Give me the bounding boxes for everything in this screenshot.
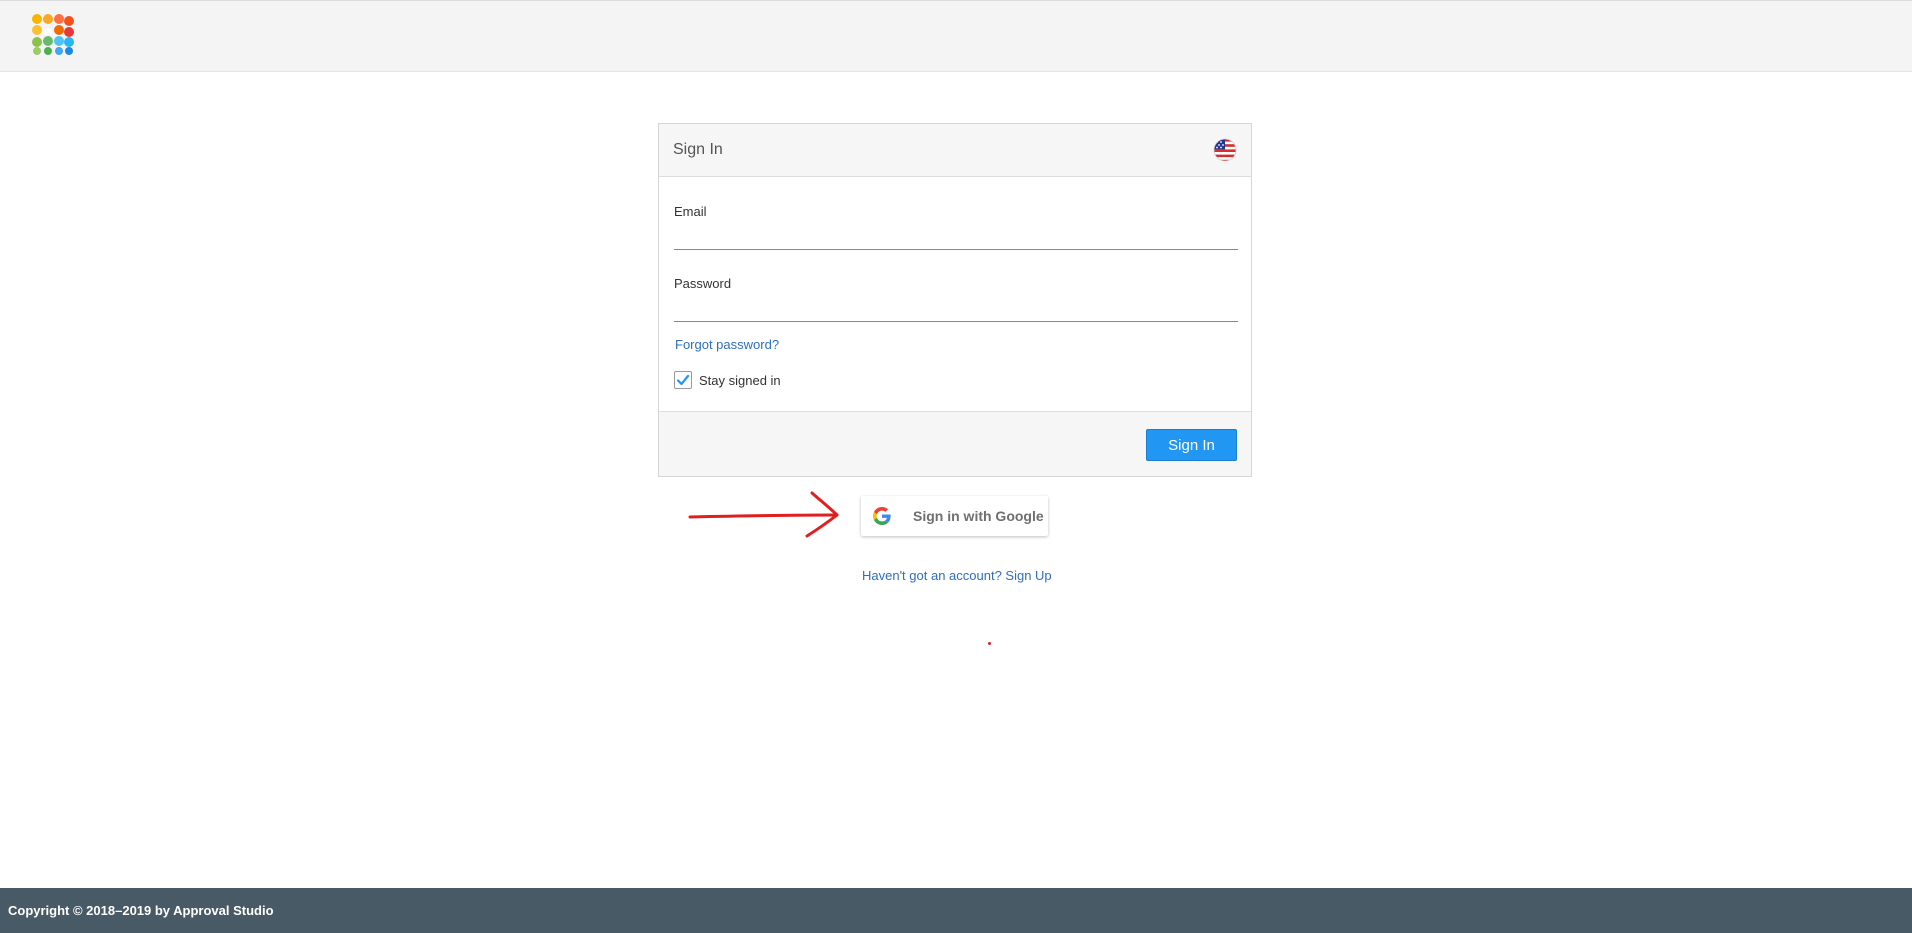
email-field-group: Email <box>674 204 1238 250</box>
sign-in-button[interactable]: Sign In <box>1146 429 1237 461</box>
email-field[interactable] <box>674 220 1238 250</box>
page-footer: Copyright © 2018–2019 by Approval Studio <box>0 888 1912 933</box>
stay-signed-in-checkbox[interactable] <box>674 371 692 389</box>
signin-card-header: Sign In <box>659 124 1251 177</box>
app-logo-icon[interactable] <box>31 13 75 55</box>
top-bar <box>0 0 1912 72</box>
us-flag-icon[interactable] <box>1213 138 1237 162</box>
annotation-dot <box>988 642 991 645</box>
email-label: Email <box>674 204 707 219</box>
sign-in-with-google-label: Sign in with Google <box>913 508 1044 524</box>
copyright-text: Copyright © 2018–2019 by Approval Studio <box>8 903 274 918</box>
forgot-password-link[interactable]: Forgot password? <box>675 337 779 352</box>
annotation-arrow-icon <box>688 491 839 538</box>
password-field[interactable] <box>674 292 1238 322</box>
sign-up-link[interactable]: Haven't got an account? Sign Up <box>862 568 1052 583</box>
signin-card: Sign In Email Password Forgot password? … <box>658 123 1252 477</box>
stay-signed-in-label: Stay signed in <box>699 372 781 388</box>
stay-signed-in-toggle[interactable]: Stay signed in <box>674 371 781 389</box>
password-field-group: Password <box>674 276 1238 322</box>
checkmark-icon <box>676 374 690 386</box>
signin-card-footer: Sign In <box>659 411 1251 476</box>
google-g-icon <box>873 507 891 525</box>
signin-title: Sign In <box>673 141 723 158</box>
password-label: Password <box>674 276 732 291</box>
sign-in-with-google-button[interactable]: Sign in with Google <box>861 496 1048 536</box>
